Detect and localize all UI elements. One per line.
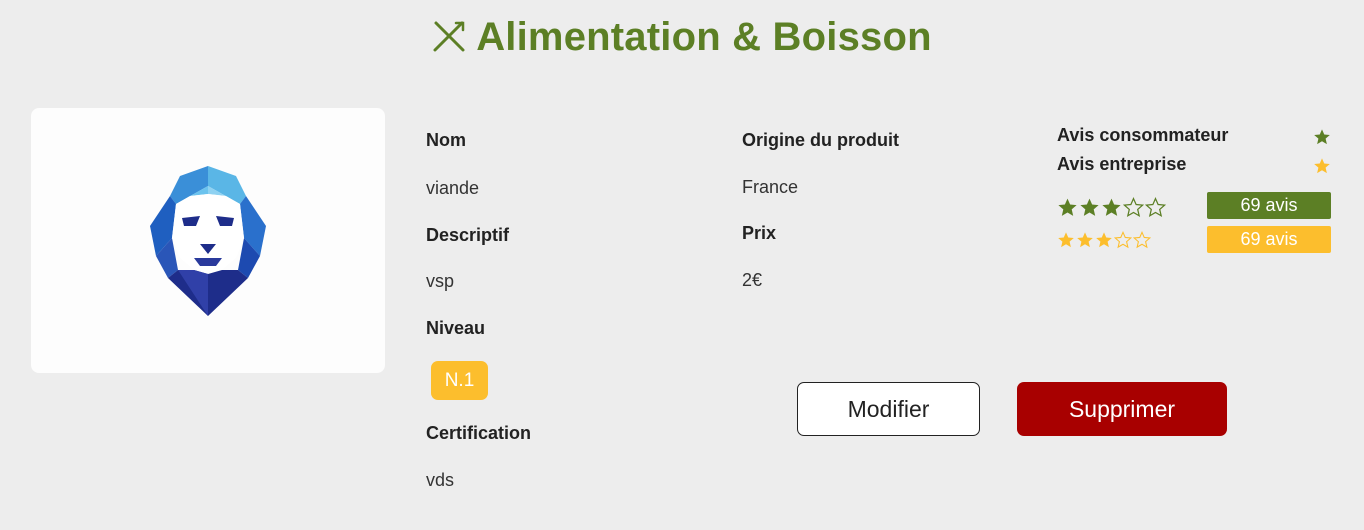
price-label: Prix [742,223,777,243]
business-legend-star-icon [1314,158,1330,174]
consumer-review-count: 69 avis [1207,192,1331,219]
delete-button[interactable]: Supprimer [1017,382,1227,436]
certification-value: vds [426,470,455,490]
origin-label: Origine du produit [742,130,899,150]
star-empty-icon [1145,196,1166,217]
lion-logo [150,166,266,316]
consumer-review-label: Avis consommateur [1057,125,1229,145]
modify-button[interactable]: Modifier [797,382,980,436]
star-filled-icon [1058,232,1074,248]
star-filled-icon [1096,232,1112,248]
star-filled-icon [1077,232,1093,248]
star-filled-icon [1058,198,1077,216]
consumer-legend-star-icon [1314,129,1330,145]
certification-label: Certification [426,423,532,443]
description-label: Descriptif [426,225,510,245]
business-review-label: Avis entreprise [1057,154,1187,174]
fork-knife-icon [433,21,465,52]
star-empty-icon [1123,196,1144,217]
star-filled-icon [1102,198,1121,216]
price-value: 2€ [742,270,763,290]
name-value: viande [426,178,480,198]
level-badge: N.1 [431,361,488,400]
description-value: vsp [426,271,455,291]
consumer-rating-stars [1057,196,1166,218]
page-header: Alimentation & Boisson [0,12,1364,62]
star-empty-icon [1114,231,1132,249]
page-title: Alimentation & Boisson [476,14,932,59]
business-review-count: 69 avis [1207,226,1331,253]
name-label: Nom [426,130,466,150]
origin-value: France [742,177,799,197]
business-rating-stars [1057,229,1151,251]
star-empty-icon [1133,231,1151,249]
level-label: Niveau [426,318,486,338]
star-filled-icon [1080,198,1099,216]
